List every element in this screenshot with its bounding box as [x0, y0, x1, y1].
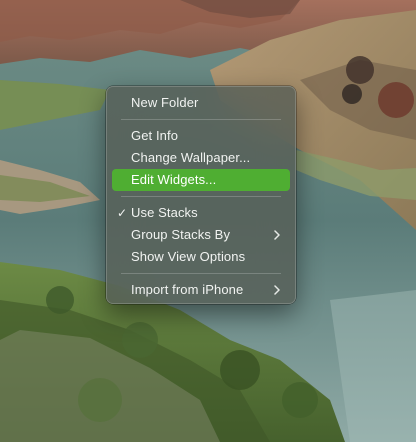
menu-item-label: Group Stacks By	[131, 227, 231, 242]
menu-item-import-from-iphone[interactable]: Import from iPhone	[112, 279, 290, 301]
menu-item-new-folder[interactable]: New Folder	[112, 92, 290, 114]
menu-item-edit-widgets[interactable]: Edit Widgets...	[112, 169, 290, 191]
menu-separator	[121, 119, 281, 120]
menu-item-label: New Folder	[131, 95, 199, 110]
menu-item-label: Use Stacks	[131, 205, 198, 220]
menu-item-label: Import from iPhone	[131, 282, 244, 297]
desktop-context-menu: New Folder Get Info Change Wallpaper... Edi…	[106, 86, 296, 304]
menu-item-get-info[interactable]: Get Info	[112, 125, 290, 147]
menu-item-label: Show View Options	[131, 249, 246, 264]
menu-item-label: Edit Widgets...	[131, 172, 217, 187]
chevron-right-icon	[274, 285, 280, 295]
menu-item-label: Change Wallpaper...	[131, 150, 251, 165]
menu-item-show-view-options[interactable]: Show View Options	[112, 246, 290, 268]
checkmark-icon: ✓	[117, 206, 128, 220]
menu-item-label: Get Info	[131, 128, 179, 143]
menu-separator	[121, 273, 281, 274]
chevron-right-icon	[274, 230, 280, 240]
menu-separator	[121, 196, 281, 197]
menu-item-use-stacks[interactable]: ✓ Use Stacks	[112, 202, 290, 224]
menu-item-group-stacks-by[interactable]: Group Stacks By	[112, 224, 290, 246]
menu-item-change-wallpaper[interactable]: Change Wallpaper...	[112, 147, 290, 169]
